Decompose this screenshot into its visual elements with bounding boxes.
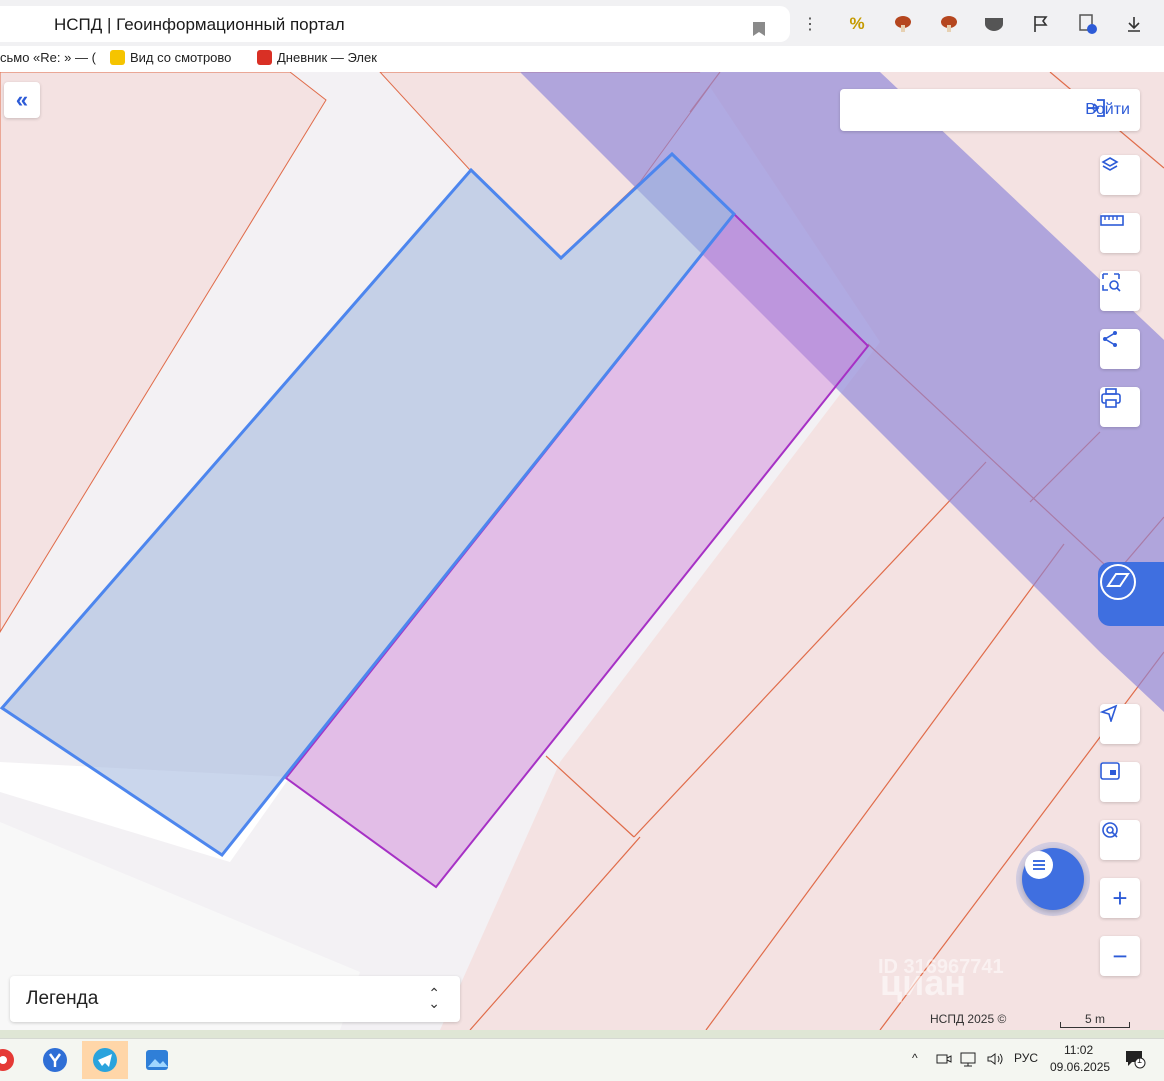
page-title: НСПД | Геоинформационный портал bbox=[54, 15, 345, 34]
legend-panel[interactable]: Легенда ⌃ ⌄ bbox=[10, 976, 460, 1022]
share-button[interactable] bbox=[1100, 329, 1140, 369]
volume-icon[interactable] bbox=[986, 1051, 1004, 1070]
ruler-icon bbox=[1100, 215, 1124, 226]
language-indicator[interactable]: РУС bbox=[1014, 1051, 1038, 1065]
zoom-in-icon: + bbox=[1112, 882, 1128, 913]
collapse-panel-button[interactable]: « bbox=[4, 82, 40, 118]
address-bar[interactable]: НСПД | Геоинформационный портал bbox=[0, 6, 790, 42]
notifications-button[interactable]: 1 bbox=[1124, 1049, 1146, 1072]
mushroom-alt-icon[interactable] bbox=[937, 12, 961, 36]
locate-icon bbox=[1100, 704, 1118, 722]
taskbar: ^ РУС 11:02 09.06.2025 1 bbox=[0, 1038, 1164, 1081]
notification-count: 1 bbox=[1137, 1055, 1143, 1065]
watermark-id: ID 316967741 bbox=[878, 956, 1004, 978]
select-area-icon bbox=[1102, 273, 1121, 292]
minimap-icon bbox=[1100, 762, 1120, 780]
bookmark-label: Дневник — Элек bbox=[277, 50, 377, 65]
chat-button[interactable] bbox=[1022, 848, 1084, 910]
bookmark-mail[interactable]: сьмо «Re: » — ( bbox=[0, 50, 96, 65]
secure-shield-icon[interactable] bbox=[1076, 12, 1100, 36]
zoom-out-button[interactable]: − bbox=[1100, 936, 1140, 976]
diary-favicon-icon bbox=[257, 50, 272, 65]
search-map-icon bbox=[1102, 822, 1118, 838]
zoom-in-button[interactable]: + bbox=[1100, 878, 1140, 918]
bookmark-view[interactable]: Вид со смотрово bbox=[110, 50, 242, 65]
mushroom-icon[interactable] bbox=[891, 12, 915, 36]
browser-tabbar: НСПД | Геоинформационный портал ⋮ % bbox=[0, 0, 1164, 47]
scale-bar: 5 m bbox=[1060, 1012, 1130, 1028]
download-icon[interactable] bbox=[1122, 12, 1146, 36]
tp-favicon-icon bbox=[110, 50, 125, 65]
login-button[interactable]: Войти bbox=[1085, 97, 1130, 123]
print-icon bbox=[1101, 388, 1121, 408]
shield-icon[interactable] bbox=[982, 12, 1006, 36]
scale-line bbox=[1060, 1022, 1130, 1028]
double-chevron-left-icon: « bbox=[15, 87, 29, 112]
locate-button[interactable] bbox=[1100, 704, 1140, 744]
map-flag-icon[interactable] bbox=[1029, 12, 1053, 36]
clock-date[interactable]: 09.06.2025 bbox=[1050, 1060, 1110, 1074]
ruler-button[interactable] bbox=[1100, 213, 1140, 253]
share-icon bbox=[1103, 331, 1117, 347]
zoom-out-icon: − bbox=[1112, 940, 1128, 971]
bookmark-diary[interactable]: Дневник — Элек bbox=[257, 50, 387, 65]
layers-icon bbox=[1101, 157, 1119, 171]
bookmarks-bar: сьмо «Re: » — ( Вид со смотрово Дневник … bbox=[0, 46, 1164, 73]
legend-label: Легенда bbox=[26, 988, 99, 1009]
more-menu-icon[interactable]: ⋮ bbox=[798, 12, 822, 36]
tray-meet-icon[interactable] bbox=[936, 1051, 952, 1070]
cadastral-map[interactable] bbox=[0, 72, 1164, 1030]
map-canvas[interactable]: « Войти + − циан ID 316967741 Легенда ⌃ … bbox=[0, 72, 1164, 1030]
chat-icon bbox=[1025, 851, 1053, 879]
chevron-up-down-icon: ⌃ ⌄ bbox=[428, 985, 440, 1011]
percent-icon[interactable]: % bbox=[845, 12, 869, 36]
notification-icon bbox=[1126, 1051, 1146, 1069]
photos-icon[interactable] bbox=[134, 1041, 180, 1079]
copyright-text: НСПД 2025 © bbox=[930, 1012, 1007, 1026]
print-button[interactable] bbox=[1100, 387, 1140, 427]
minimap-button[interactable] bbox=[1100, 762, 1140, 802]
bookmark-label: сьмо «Re: » — ( bbox=[0, 50, 96, 65]
layers-button[interactable] bbox=[1100, 155, 1140, 195]
tray-expand-icon[interactable]: ^ bbox=[912, 1051, 918, 1065]
side-widget-button[interactable] bbox=[1098, 562, 1164, 626]
map-catalog-icon bbox=[1100, 564, 1136, 600]
clock-time[interactable]: 11:02 bbox=[1064, 1043, 1093, 1057]
search-map-button[interactable] bbox=[1100, 820, 1140, 860]
bookmark-icon[interactable] bbox=[752, 21, 766, 37]
select-area-button[interactable] bbox=[1100, 271, 1140, 311]
bookmark-label: Вид со смотрово bbox=[130, 50, 232, 65]
pinned-app-icon[interactable] bbox=[0, 1041, 26, 1079]
login-icon bbox=[1087, 99, 1106, 117]
yandex-browser-icon[interactable] bbox=[32, 1041, 78, 1079]
login-panel: Войти bbox=[840, 89, 1140, 131]
network-icon[interactable] bbox=[960, 1051, 978, 1070]
telegram-icon[interactable] bbox=[82, 1041, 128, 1079]
